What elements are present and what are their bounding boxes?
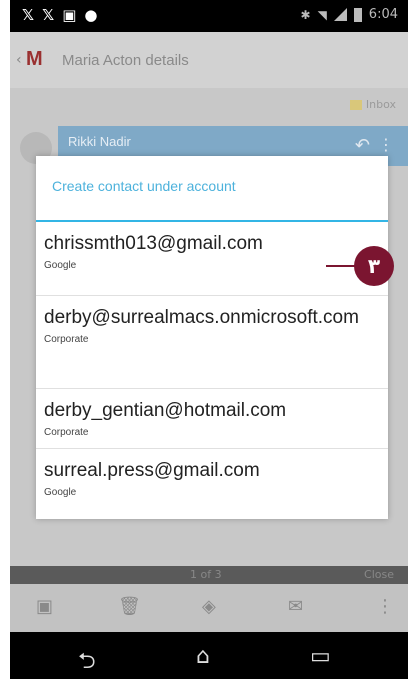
recent-apps-icon[interactable]: ▭ bbox=[310, 644, 331, 669]
account-email: derby@surrealmacs.onmicrosoft.com bbox=[44, 307, 359, 328]
delete-icon[interactable]: 🗑 bbox=[118, 596, 141, 617]
back-caret-icon[interactable]: ‹ bbox=[16, 52, 22, 68]
account-item[interactable]: derby@surrealmacs.onmicrosoft.com Corpor… bbox=[36, 296, 388, 389]
choose-account-dialog: Create contact under account chrissmth01… bbox=[36, 156, 388, 519]
bottom-toolbar: ▣ 🗑 ◈ ✉ ⋮ bbox=[10, 584, 408, 632]
account-type: Google bbox=[44, 487, 77, 498]
gmail-logo-icon[interactable]: M bbox=[26, 48, 43, 71]
overflow-menu-icon[interactable]: ⋮ bbox=[378, 135, 394, 154]
status-bar: 𝕏 𝕏 ▣ ● ✱ ◥ 6:04 bbox=[10, 0, 408, 32]
pager-strip: 1 of 3 Close bbox=[10, 566, 408, 584]
sender-name: Rikki Nadir bbox=[68, 134, 131, 149]
twitter-icon: 𝕏 bbox=[22, 6, 35, 24]
account-type: Corporate bbox=[44, 334, 89, 345]
back-icon[interactable]: ⮌ bbox=[78, 644, 96, 679]
status-time: 6:04 bbox=[368, 7, 398, 22]
dialog-title: Create contact under account bbox=[52, 178, 236, 194]
account-email: derby_gentian@hotmail.com bbox=[44, 400, 287, 421]
archive-icon[interactable]: ▣ bbox=[36, 596, 53, 617]
battery-icon bbox=[353, 7, 362, 22]
mark-unread-icon[interactable]: ✉ bbox=[288, 596, 303, 617]
pager-close[interactable]: Close bbox=[364, 568, 394, 581]
bluetooth-icon: ✱ bbox=[300, 7, 311, 22]
account-item[interactable]: derby_gentian@hotmail.com Corporate bbox=[36, 389, 388, 449]
wifi-icon: ◥ bbox=[317, 7, 327, 22]
account-email: surreal.press@gmail.com bbox=[44, 460, 260, 481]
pager-count: 1 of 3 bbox=[190, 568, 222, 581]
message-icon: ● bbox=[84, 6, 98, 24]
home-icon[interactable]: ⌂ bbox=[196, 644, 210, 669]
action-bar: ‹ M Maria Acton details bbox=[10, 32, 408, 88]
step-callout: ٣ bbox=[326, 246, 396, 286]
overflow-menu-icon[interactable]: ⋮ bbox=[376, 596, 394, 617]
label-icon[interactable]: ◈ bbox=[202, 596, 216, 617]
twitter-icon: 𝕏 bbox=[42, 6, 55, 24]
reply-icon[interactable]: ↶ bbox=[355, 135, 370, 156]
dialog-header: Create contact under account bbox=[36, 156, 388, 222]
signal-icon bbox=[333, 8, 347, 21]
account-type: Corporate bbox=[44, 427, 89, 438]
navigation-bar: ⮌ ⌂ ▭ bbox=[10, 632, 408, 679]
account-item[interactable]: surreal.press@gmail.com Google bbox=[36, 449, 388, 513]
inbox-label: Inbox bbox=[349, 98, 396, 111]
callout-number: ٣ bbox=[354, 246, 394, 286]
image-icon: ▣ bbox=[62, 6, 77, 24]
phone-screen: 𝕏 𝕏 ▣ ● ✱ ◥ 6:04 ‹ M Maria Acton details… bbox=[10, 0, 408, 679]
action-bar-title: Maria Acton details bbox=[62, 52, 189, 69]
label-chip-icon bbox=[349, 99, 362, 110]
